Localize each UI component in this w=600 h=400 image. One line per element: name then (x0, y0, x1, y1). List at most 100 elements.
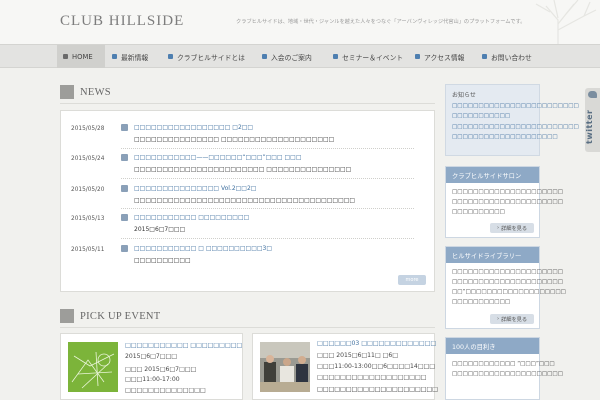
event-date: □□□ 2015□6□11□ □6□ (317, 352, 398, 359)
event-venue: □□□□□□□□□□□□□□ (125, 387, 206, 394)
event-time: □□□11:00-17:00 (125, 376, 180, 383)
library-text: □□□□□□□□□□□□□□□□□□□□□ (452, 269, 563, 275)
news-doc-icon (121, 214, 128, 221)
nav-seminar-event[interactable]: セミナー＆イベント (333, 45, 403, 68)
nav-access[interactable]: アクセス情報 (415, 45, 464, 68)
site-logo[interactable]: CLUB HILLSIDE (60, 13, 184, 30)
library-text: □□“□□□□□□□□□□□□□□□□□□□ (452, 289, 566, 295)
nav-home[interactable]: HOME (57, 45, 105, 68)
more-label: more (405, 277, 419, 283)
news-divider (121, 238, 414, 239)
library-box: ヒルサイドライブラリー □□□□□□□□□□□□□□□□□□□□□ □□□□□□… (445, 246, 566, 329)
news-doc-icon (121, 245, 128, 252)
news-divider (121, 208, 414, 209)
library-text: □□□□□□□□□□□□□□□□□□□□□ (452, 279, 563, 285)
news-date: 2015/05/28 (71, 126, 105, 132)
chevron-right-icon: › (496, 225, 500, 231)
news-subtitle: □□□□□□□□□□□□□□□ □□□□□□□□□□□□□□□□□□□□ (134, 136, 335, 143)
notice-link[interactable]: □□□□□□□□□□□ (452, 113, 510, 119)
notice-heading: お知らせ (452, 92, 476, 99)
news-box: 2015/05/28 □□□□□□□□□□□□□□□□□ □2□□ □□□□□□… (60, 110, 435, 292)
news-subtitle: □□□□□□□□□□ (134, 257, 191, 264)
pickup-rule (60, 327, 435, 328)
salon-text: □□□□□□□□□□□□□□□□□□□□□ (452, 199, 563, 205)
notice-link[interactable]: □□□□□□□□□□□□□□□□□□□□□□□□ (452, 103, 579, 109)
mekiki-text: □□□□□□□□□□□□□□□□□□□□□ (452, 371, 563, 377)
nav-bullet-icon (63, 54, 68, 59)
news-date: 2015/05/13 (71, 216, 105, 222)
event-title-link[interactable]: □□□□□□03 □□□□□□□□□□□□□ (317, 340, 436, 347)
event-thumbnail-photo (260, 342, 310, 392)
news-title-link[interactable]: □□□□□□□□□□□□□□□□□ □2□□ (134, 124, 253, 131)
news-subtitle: 2015□6□7□□□ (134, 226, 186, 233)
news-date: 2015/05/20 (71, 187, 105, 193)
notice-link[interactable]: □□□□□□□□□□□□□□□□□□□□ (452, 134, 558, 140)
news-more-button[interactable]: more (398, 275, 426, 285)
chevron-right-icon: › (496, 316, 500, 322)
news-date: 2015/05/24 (71, 156, 105, 162)
event-detail: □□□□□□□□□□□□□□□□□□□ (317, 374, 427, 381)
twitter-label: twitter (585, 109, 594, 144)
tree-illustration (535, 0, 597, 44)
news-heading: NEWS (60, 85, 111, 99)
salon-text: □□□□□□□□□□□□□□□□□□□□□ (452, 189, 563, 195)
nav-label: お問い合わせ (491, 53, 532, 62)
news-doc-icon (121, 124, 128, 131)
nav-label: HOME (72, 52, 93, 61)
news-date: 2015/05/11 (71, 247, 105, 253)
news-title-link[interactable]: □□□□□□□□□□□□□□□ Vol.2□□2□ (134, 185, 256, 192)
mekiki-text: □□□□□□□□□□□□ “□□□”□□□ (452, 361, 555, 367)
details-label: 詳細を見る (501, 316, 528, 323)
nav-bullet-icon (168, 54, 173, 59)
salon-details-button[interactable]: › 詳細を見る (490, 223, 534, 233)
mekiki-box: 100人の目利き □□□□□□□□□□□□ “□□□”□□□ □□□□□□□□□… (445, 337, 563, 400)
details-label: 詳細を見る (501, 225, 528, 232)
nav-label: アクセス情報 (424, 53, 465, 62)
notice-link[interactable]: □□□□□□□□□□□□□□□□□□□□□□□□ (452, 124, 579, 130)
pickup-card[interactable]: □□□□□□03 □□□□□□□□□□□□□ □□□ 2015□6□11□ □6… (252, 333, 438, 400)
event-detail: □□□ 2015□6□7□□□ (125, 366, 197, 373)
nav-bullet-icon (112, 54, 117, 59)
news-title-link[interactable]: □□□□□□□□□□□——□□□□□□“□□□”□□□ □□□ (134, 154, 302, 161)
event-title-link[interactable]: □□□□□□□□□□□ □□□□□□□□□ (125, 342, 242, 349)
notice-box: お知らせ □□□□□□□□□□□□□□□□□□□□□□□□ □□□□□□□□□□… (445, 84, 579, 156)
salon-text: □□□□□□□□□□ (452, 209, 505, 215)
news-title-link[interactable]: □□□□□□□□□□□ □ □□□□□□□□□□3□ (134, 245, 272, 252)
main-nav: HOME 最新情報 クラブヒルサイドとは 入会のご案内 セミナー＆イベント アク… (0, 44, 600, 68)
nav-latest[interactable]: 最新情報 (112, 45, 148, 68)
nav-about[interactable]: クラブヒルサイドとは (168, 45, 245, 68)
news-subtitle: □□□□□□□□□□□□□□□□□□□□□□□ □□□□□□□□□□□□□□□ (134, 166, 352, 173)
nav-label: 入会のご案内 (271, 53, 312, 62)
pickup-card[interactable]: □□□□□□□□□□□ □□□□□□□□□ 2015□6□7□□□ □□□ 20… (60, 333, 243, 400)
twitter-tab[interactable]: twitter (585, 88, 600, 152)
pickup-title: PICK UP EVENT (80, 310, 161, 322)
event-thumbnail-sketch (68, 342, 118, 392)
news-subtitle: □□□□□□□□□□□□□□□□□□□□□□□□□□□□□□□□□□□□□□□ (134, 197, 356, 204)
library-text: □□□□□□□□□□□ (452, 299, 511, 305)
event-date: 2015□6□7□□□ (125, 353, 178, 360)
salon-heading[interactable]: クラブヒルサイドサロン (446, 167, 539, 183)
news-rule (60, 103, 435, 104)
page: CLUB HILLSIDE クラブヒルサイドは、地域・世代・ジャンルを越えた人々… (0, 0, 600, 400)
news-title-link[interactable]: □□□□□□□□□□□ □□□□□□□□□ (134, 214, 249, 221)
pickup-heading: PICK UP EVENT (60, 309, 161, 323)
nav-bullet-icon (262, 54, 267, 59)
news-title: NEWS (80, 86, 111, 98)
nav-label: 最新情報 (121, 53, 149, 62)
news-doc-icon (121, 154, 128, 161)
nav-contact[interactable]: お問い合わせ (482, 45, 532, 68)
nav-label: セミナー＆イベント (342, 53, 404, 62)
nav-bullet-icon (333, 54, 338, 59)
library-details-button[interactable]: › 詳細を見る (490, 314, 534, 324)
event-venue: □□□□□□□□□□□□□□□□□□□□□ (317, 386, 438, 393)
site-header: CLUB HILLSIDE クラブヒルサイドは、地域・世代・ジャンルを越えた人々… (0, 0, 600, 44)
news-divider (121, 178, 414, 179)
news-doc-icon (121, 185, 128, 192)
nav-membership[interactable]: 入会のご案内 (262, 45, 312, 68)
nav-bullet-icon (482, 54, 487, 59)
site-tagline: クラブヒルサイドは、地域・世代・ジャンルを越えた人々をつなぐ「アーバンヴィレッジ… (236, 19, 526, 25)
mekiki-heading[interactable]: 100人の目利き (446, 338, 539, 354)
event-time: □□□11:00-13:00□□6□□□□14□□□ (317, 363, 436, 370)
news-section-icon (60, 85, 74, 99)
library-heading[interactable]: ヒルサイドライブラリー (446, 247, 539, 263)
